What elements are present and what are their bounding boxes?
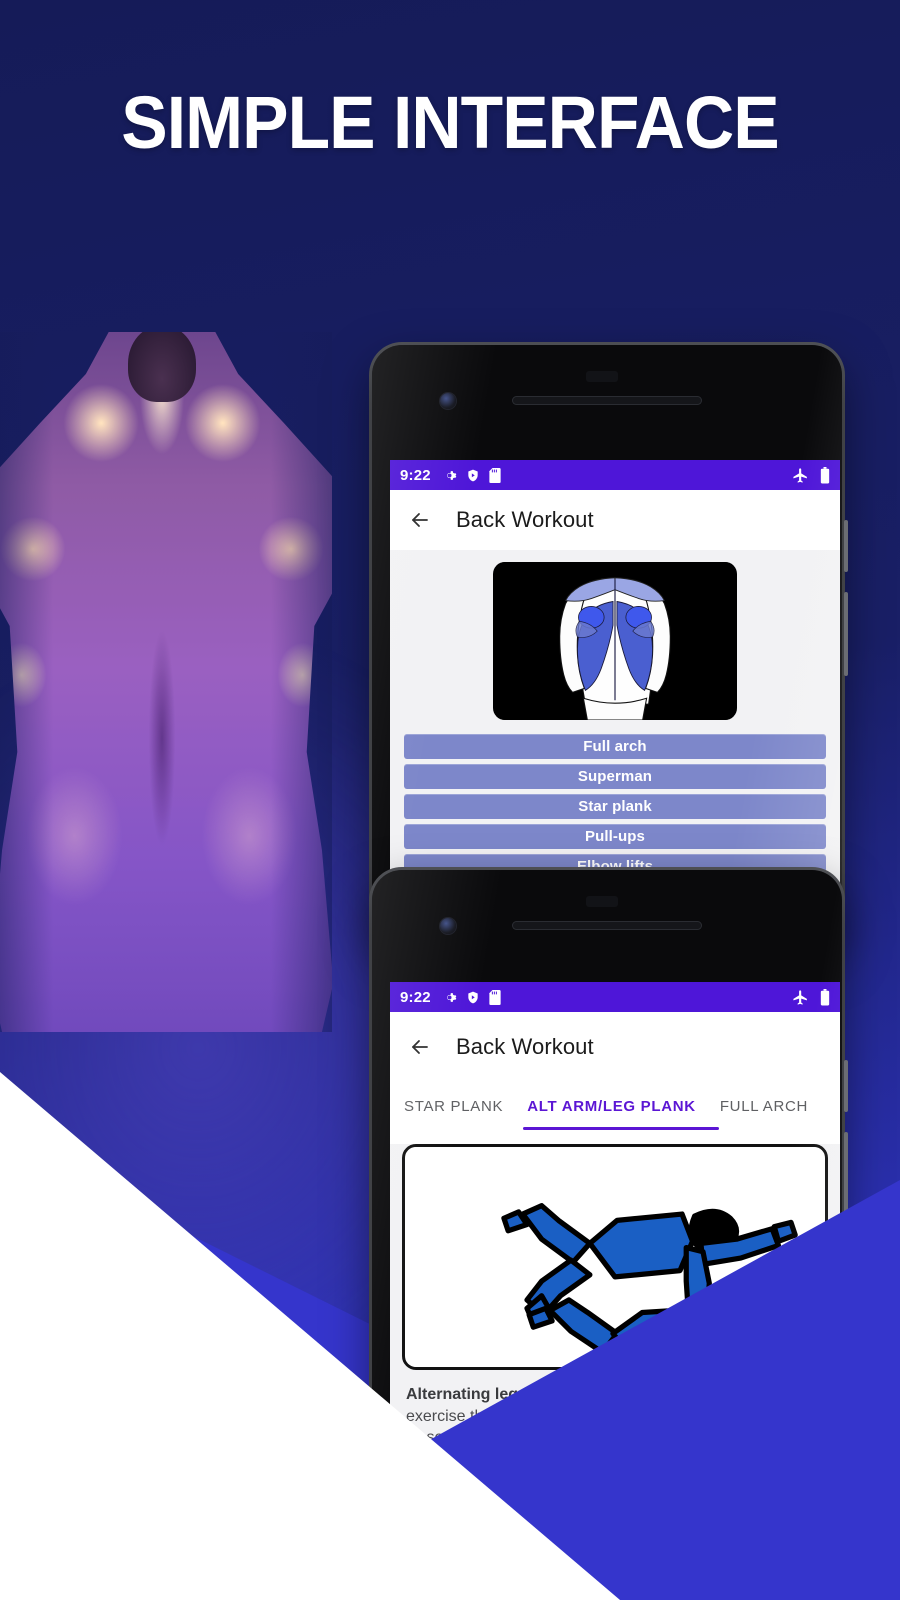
shield-icon: [468, 469, 478, 481]
phone-device-front-list: 9:22 Back Workout Full arch Superman Sta…: [372, 345, 842, 945]
photo-edge-fade: [0, 332, 332, 1032]
status-bar: 9:22: [390, 982, 840, 1012]
gear-icon: [446, 992, 457, 1002]
proximity-sensor: [586, 371, 618, 382]
app-bar: Back Workout: [390, 1012, 840, 1082]
back-arrow-icon[interactable]: [408, 508, 432, 532]
gear-icon: [446, 470, 457, 480]
sd-card-icon: [489, 467, 501, 483]
muscular-back-photo: [0, 332, 332, 1032]
proximity-sensor: [586, 896, 618, 907]
list-item[interactable]: Star plank: [404, 794, 826, 819]
list-item[interactable]: Pull-ups: [404, 824, 826, 849]
front-camera-icon: [440, 918, 456, 934]
muscle-diagram-card: [493, 562, 737, 720]
airplane-mode-icon: [793, 467, 807, 483]
earpiece-speaker: [512, 396, 702, 405]
front-camera-icon: [440, 393, 456, 409]
app-bar-title: Back Workout: [456, 507, 594, 532]
power-button[interactable]: [844, 1060, 848, 1112]
battery-icon: [820, 988, 830, 1006]
earpiece-speaker: [512, 921, 702, 930]
tab-star-plank[interactable]: STAR PLANK: [404, 1098, 503, 1115]
app-bar-title: Back Workout: [456, 1034, 594, 1059]
status-time: 9:22: [400, 466, 431, 484]
app-bar: Back Workout: [390, 490, 840, 550]
back-arrow-icon[interactable]: [408, 1035, 432, 1059]
muscle-diagram-image: [493, 562, 737, 720]
status-time: 9:22: [400, 988, 431, 1006]
volume-button[interactable]: [844, 592, 848, 676]
volume-button[interactable]: [844, 1132, 848, 1216]
status-bar: 9:22: [390, 460, 840, 490]
shield-icon: [468, 991, 478, 1003]
tab-bar: STAR PLANK ALT ARM/LEG PLANK FULL ARCH: [390, 1082, 840, 1130]
tab-alt-arm-leg-plank[interactable]: ALT ARM/LEG PLANK: [527, 1098, 696, 1115]
active-tab-indicator: [523, 1127, 719, 1130]
list-item[interactable]: Full arch: [404, 734, 826, 759]
power-button[interactable]: [844, 520, 848, 572]
airplane-mode-icon: [793, 989, 807, 1005]
list-item[interactable]: Superman: [404, 764, 826, 789]
sd-card-icon: [489, 989, 501, 1005]
exercise-list: Full arch Superman Star plank Pull-ups E…: [390, 734, 840, 879]
battery-icon: [820, 466, 830, 484]
page-title: SIMPLE INTERFACE: [121, 81, 779, 164]
tab-full-arch[interactable]: FULL ARCH: [720, 1098, 808, 1115]
back-anatomy-svg: [496, 562, 734, 720]
